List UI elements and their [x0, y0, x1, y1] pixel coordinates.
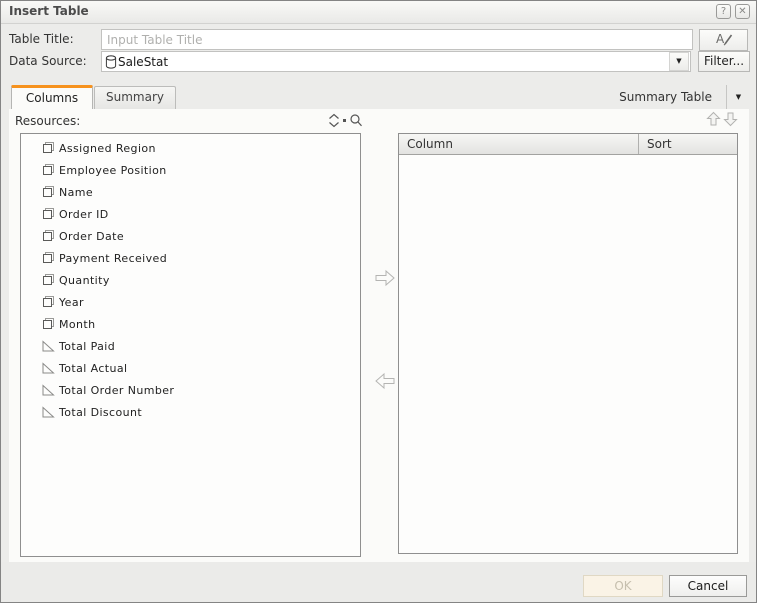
resource-item[interactable]: Assigned Region [21, 137, 360, 159]
resource-item[interactable]: Payment Received [21, 247, 360, 269]
resources-toolbar [328, 113, 363, 128]
font-az-icon: A [713, 31, 735, 46]
arrow-left-icon [374, 372, 396, 390]
resource-label: Assigned Region [59, 142, 156, 155]
summary-table-dropdown[interactable]: Summary Table ▼ [619, 85, 750, 109]
resource-label: Order ID [59, 208, 109, 221]
resource-label: Employee Position [59, 164, 167, 177]
resource-item[interactable]: Year [21, 291, 360, 313]
column-header-sort[interactable]: Sort [639, 134, 737, 154]
table-title-label: Table Title: [9, 32, 74, 46]
resource-item[interactable]: Quantity [21, 269, 360, 291]
insert-table-dialog: Insert Table ? ✕ Table Title: A Data Sou… [0, 0, 757, 603]
add-column-arrow-button[interactable] [372, 269, 398, 290]
titlebar: Insert Table ? ✕ [1, 1, 756, 24]
column-header-column[interactable]: Column [399, 134, 639, 154]
selected-columns-header-row: Column Sort [399, 134, 737, 155]
measure-field-icon [41, 362, 55, 375]
data-source-value: SaleStat [118, 55, 668, 69]
dialog-title: Insert Table [9, 4, 89, 18]
arrow-right-icon [374, 269, 396, 287]
data-source-combobox[interactable]: SaleStat ▼ [101, 51, 691, 72]
sort-resources-icon[interactable] [328, 113, 340, 128]
move-up-icon[interactable] [706, 111, 721, 130]
dimension-field-icon [41, 185, 55, 199]
dimension-field-icon [41, 229, 55, 243]
resource-label: Payment Received [59, 252, 167, 265]
tab-columns[interactable]: Columns [11, 85, 93, 109]
help-icon[interactable]: ? [716, 4, 731, 19]
resource-item[interactable]: Name [21, 181, 360, 203]
selected-columns-table[interactable]: Column Sort [398, 133, 738, 554]
measure-field-icon [41, 340, 55, 353]
resource-label: Total Discount [59, 406, 142, 419]
dialog-footer: OK Cancel [1, 562, 756, 602]
table-title-input[interactable] [101, 29, 693, 50]
database-icon [105, 55, 117, 69]
resource-label: Total Order Number [59, 384, 174, 397]
remove-column-arrow-button[interactable] [372, 372, 398, 393]
measure-field-icon [41, 406, 55, 419]
resource-label: Order Date [59, 230, 124, 243]
tabstrip: Columns Summary Summary Table ▼ [1, 85, 756, 109]
dimension-field-icon [41, 295, 55, 309]
selected-columns-empty-area [399, 155, 737, 553]
ok-button[interactable]: OK [583, 575, 663, 597]
tab-summary[interactable]: Summary [94, 86, 176, 109]
resource-label: Total Paid [59, 340, 115, 353]
filter-button[interactable]: Filter... [698, 51, 750, 72]
font-style-button[interactable]: A [699, 29, 748, 51]
move-down-icon[interactable] [723, 111, 738, 130]
columns-tab-panel: Resources: [9, 109, 749, 562]
measure-field-icon [41, 384, 55, 397]
close-icon[interactable]: ✕ [735, 4, 750, 19]
summary-table-label: Summary Table [619, 90, 712, 104]
resources-label: Resources: [15, 114, 80, 128]
dimension-field-icon [41, 251, 55, 265]
dimension-field-icon [41, 273, 55, 287]
cancel-button[interactable]: Cancel [669, 575, 747, 597]
dimension-field-icon [41, 141, 55, 155]
resource-label: Quantity [59, 274, 110, 287]
resource-label: Name [59, 186, 93, 199]
resource-label: Month [59, 318, 95, 331]
resource-item[interactable]: Total Order Number [21, 379, 360, 401]
data-source-dropdown-arrow[interactable]: ▼ [669, 52, 689, 71]
resource-label: Year [59, 296, 84, 309]
resource-item[interactable]: Employee Position [21, 159, 360, 181]
svg-text:A: A [716, 32, 725, 46]
resource-item[interactable]: Total Actual [21, 357, 360, 379]
resource-item[interactable]: Order ID [21, 203, 360, 225]
sort-options-dot-icon[interactable] [343, 119, 346, 122]
titlebar-buttons: ? ✕ [716, 4, 750, 19]
data-source-label: Data Source: [9, 54, 87, 68]
resource-item[interactable]: Order Date [21, 225, 360, 247]
summary-table-dropdown-arrow[interactable]: ▼ [727, 93, 750, 101]
resource-item[interactable]: Total Discount [21, 401, 360, 423]
resource-item[interactable]: Total Paid [21, 335, 360, 357]
dimension-field-icon [41, 207, 55, 221]
resource-item[interactable]: Month [21, 313, 360, 335]
resources-list[interactable]: Assigned Region Employee Position [20, 133, 361, 557]
dimension-field-icon [41, 317, 55, 331]
move-arrows [706, 111, 738, 130]
resources-header: Resources: [15, 113, 363, 131]
search-icon[interactable] [349, 113, 363, 128]
dimension-field-icon [41, 163, 55, 177]
resource-label: Total Actual [59, 362, 127, 375]
